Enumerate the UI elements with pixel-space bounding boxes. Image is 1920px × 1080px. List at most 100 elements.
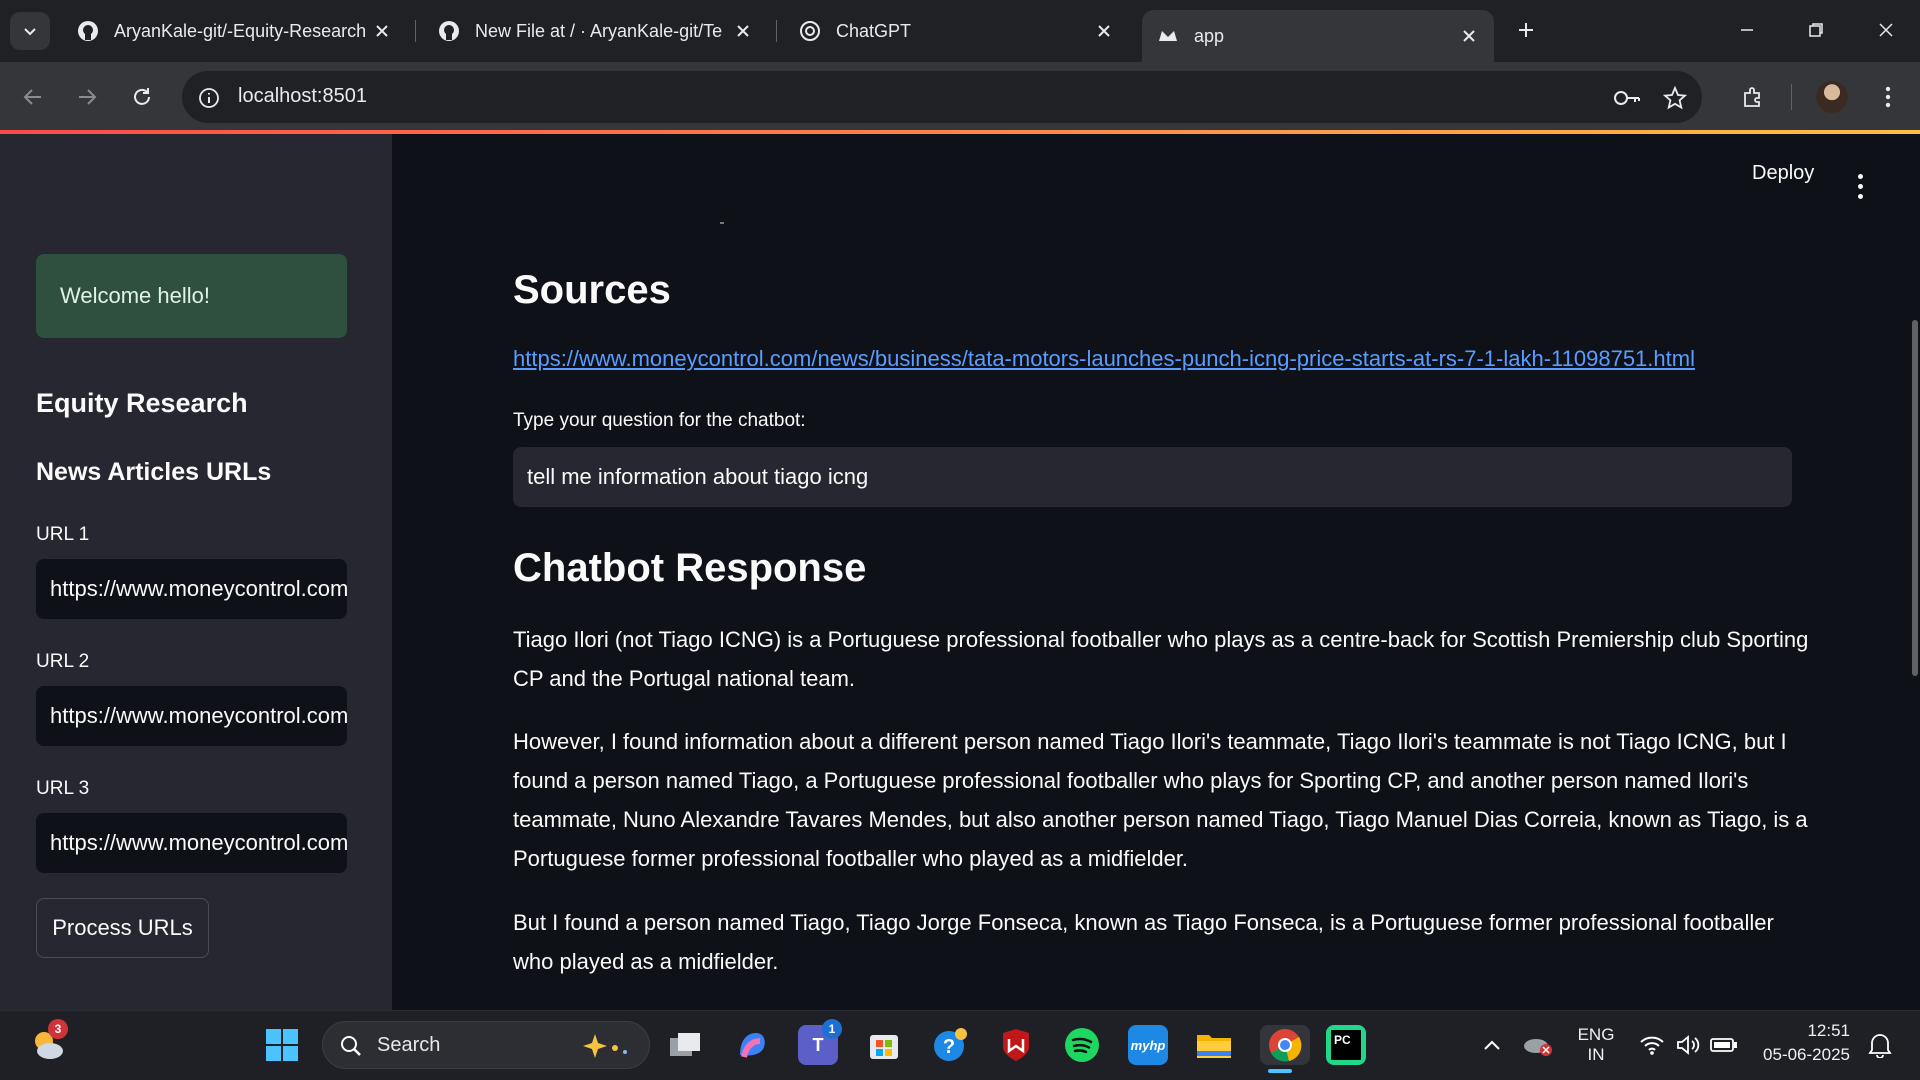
sidebar-title: Equity Research <box>36 388 248 418</box>
tab-title: New File at / · AryanKale-git/Te <box>475 20 723 41</box>
task-view-icon[interactable] <box>666 1025 706 1065</box>
url-text: localhost:8501 <box>238 85 367 107</box>
arrow-right-icon <box>79 89 97 105</box>
file-explorer-icon[interactable] <box>1194 1025 1234 1065</box>
sidebar: Welcome hello! Equity Research News Arti… <box>0 134 392 1010</box>
search-icon <box>341 1036 361 1056</box>
back-button[interactable] <box>15 79 51 115</box>
tab-app[interactable]: app <box>1142 10 1494 62</box>
notification-bell-icon[interactable] <box>1860 1025 1900 1065</box>
tab-chatgpt[interactable]: ChatGPT <box>784 10 1129 52</box>
welcome-alert: Welcome hello! <box>36 254 347 338</box>
reload-button[interactable] <box>124 79 160 115</box>
profile-avatar[interactable] <box>1816 81 1848 113</box>
password-key-icon[interactable] <box>1612 83 1642 113</box>
response-paragraph: Tiago Ilori (not Tiago ICNG) is a Portug… <box>513 627 1809 691</box>
clock[interactable]: 12:51 05-06-2025 <box>1758 1021 1850 1065</box>
forward-button[interactable] <box>69 79 105 115</box>
sparkle-icon <box>583 1034 627 1058</box>
tab-equity-research[interactable]: AryanKale-git/-Equity-Research <box>62 10 407 52</box>
search-label: Search <box>377 1034 441 1056</box>
url-3-input[interactable]: https://www.moneycontrol.com/news/busine… <box>36 813 347 873</box>
language-label: ENG <box>1577 1025 1615 1044</box>
wifi-icon[interactable] <box>1632 1025 1672 1065</box>
active-app-indicator <box>1268 1069 1292 1073</box>
restore-button[interactable] <box>1796 12 1836 48</box>
new-tab-button[interactable] <box>1510 14 1542 46</box>
browser-toolbar: localhost:8501 <box>0 62 1920 132</box>
tab-title: ChatGPT <box>836 20 912 41</box>
restore-icon <box>1809 23 1823 37</box>
myhp-icon[interactable]: myhp <box>1128 1025 1168 1065</box>
process-urls-button[interactable]: Process URLs <box>36 898 209 958</box>
tab-title: AryanKale-git/-Equity-Research <box>114 20 367 41</box>
question-label: Type your question for the chatbot: <box>513 410 806 431</box>
onedrive-icon[interactable] <box>1518 1025 1558 1065</box>
tab-divider <box>776 20 777 42</box>
close-icon[interactable] <box>369 18 395 44</box>
browser-tab-bar: AryanKale-git/-Equity-Research New File … <box>0 0 1920 62</box>
minimize-icon <box>1741 29 1753 31</box>
url-2-label: URL 2 <box>36 651 90 672</box>
puzzle-icon <box>1744 87 1760 107</box>
close-window-button[interactable] <box>1866 12 1906 48</box>
sidebar-subtitle: News Articles URLs <box>36 458 272 486</box>
windows-start-icon[interactable] <box>262 1025 302 1065</box>
close-icon[interactable] <box>730 18 756 44</box>
close-icon[interactable] <box>1091 18 1117 44</box>
chevron-down-icon <box>24 28 36 36</box>
close-icon[interactable] <box>1456 23 1482 49</box>
language-indicator[interactable]: ENG IN <box>1576 1025 1616 1065</box>
chatbot-response-heading: Chatbot Response <box>513 546 867 590</box>
tab-new-file[interactable]: New File at / · AryanKale-git/Te <box>423 10 768 52</box>
get-help-icon[interactable]: ? <box>930 1025 970 1065</box>
github-icon <box>76 19 100 43</box>
volume-icon[interactable] <box>1668 1025 1708 1065</box>
scrollbar[interactable] <box>1912 320 1918 676</box>
deploy-button[interactable]: Deploy <box>1752 162 1814 185</box>
sources-heading: Sources <box>513 268 671 312</box>
clock-time: 12:51 <box>1807 1021 1850 1040</box>
taskbar: 3 Search T 1 ? myhp PC ENG IN 12:51 05-0… <box>0 1010 1920 1080</box>
tab-search-button[interactable] <box>10 12 50 50</box>
more-vertical-icon[interactable] <box>1858 174 1866 204</box>
chrome-icon[interactable] <box>1260 1025 1310 1065</box>
tab-title: app <box>1194 25 1225 46</box>
more-vertical-icon <box>1885 86 1891 108</box>
response-paragraph: But I found a person named Tiago, Tiago … <box>513 910 1774 974</box>
spotify-icon[interactable] <box>1062 1025 1102 1065</box>
toolbar-divider <box>1791 84 1792 110</box>
streamlit-icon <box>1156 24 1180 48</box>
url-3-label: URL 3 <box>36 778 90 799</box>
weather-badge: 3 <box>48 1019 68 1039</box>
browser-menu-button[interactable] <box>1870 79 1906 115</box>
extensions-button[interactable] <box>1735 79 1771 115</box>
source-link[interactable]: https://www.moneycontrol.com/news/busine… <box>513 346 1695 372</box>
battery-icon[interactable] <box>1704 1025 1744 1065</box>
region-label: IN <box>1587 1045 1605 1064</box>
site-info-icon[interactable] <box>194 83 224 113</box>
divider-mark <box>720 222 724 224</box>
copilot-icon[interactable] <box>732 1025 772 1065</box>
taskbar-search[interactable]: Search <box>322 1021 650 1069</box>
reload-icon <box>134 88 150 105</box>
microsoft-store-icon[interactable] <box>864 1025 904 1065</box>
teams-badge: 1 <box>822 1019 842 1039</box>
clock-date: 05-06-2025 <box>1763 1045 1850 1064</box>
arrow-left-icon <box>23 89 41 105</box>
github-icon <box>437 19 461 43</box>
question-input[interactable]: tell me information about tiago icng <box>513 447 1792 507</box>
url-1-input[interactable]: https://www.moneycontrol.com/news/busine… <box>36 559 347 619</box>
close-icon <box>1879 23 1893 37</box>
pycharm-icon[interactable]: PC <box>1326 1025 1366 1065</box>
tab-divider <box>415 20 416 42</box>
chatgpt-icon <box>798 19 822 43</box>
address-bar[interactable]: localhost:8501 <box>182 71 1702 123</box>
url-1-label: URL 1 <box>36 524 90 545</box>
url-2-input[interactable]: https://www.moneycontrol.com/news/busine… <box>36 686 347 746</box>
mcafee-icon[interactable] <box>996 1025 1036 1065</box>
minimize-button[interactable] <box>1727 12 1767 48</box>
plus-icon <box>1519 23 1533 37</box>
chevron-up-icon[interactable] <box>1472 1025 1512 1065</box>
bookmark-star-icon[interactable] <box>1660 83 1690 113</box>
